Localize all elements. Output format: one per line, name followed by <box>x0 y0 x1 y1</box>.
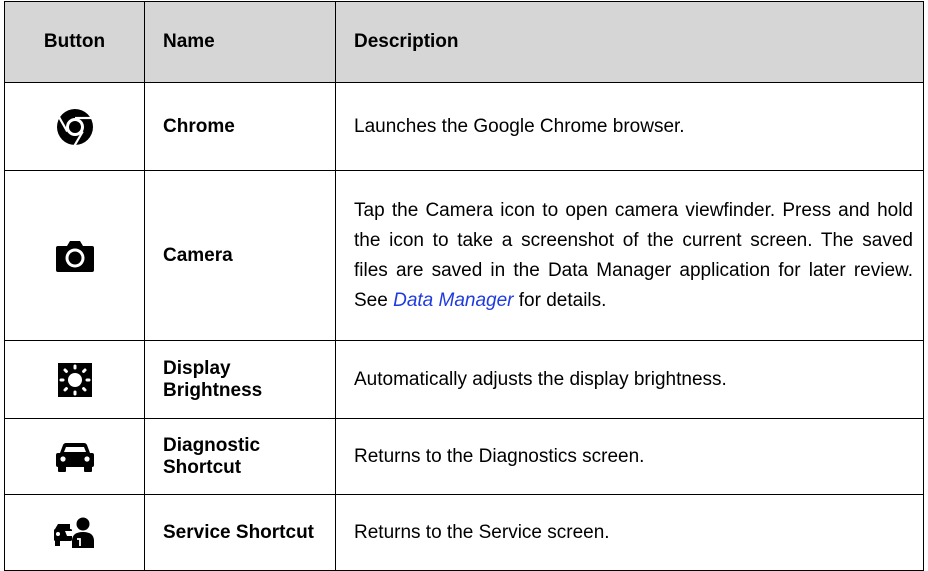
header-name: Name <box>144 1 336 83</box>
table-row: Chrome Launches the Google Chrome browse… <box>4 82 924 171</box>
data-manager-link[interactable]: Data Manager <box>393 290 513 311</box>
description-chrome: Launches the Google Chrome browser. <box>335 82 924 171</box>
name-display-brightness: Display Brightness <box>144 340 336 419</box>
name-camera: Camera <box>144 170 336 341</box>
name-chrome: Chrome <box>144 82 336 171</box>
description-camera-tail: for details. <box>513 289 607 311</box>
table-row: Display Brightness Automatically adjusts… <box>4 340 924 419</box>
icon-cell <box>4 340 145 419</box>
camera-icon <box>55 240 94 272</box>
service-shortcut-icon <box>53 517 94 548</box>
chrome-icon <box>56 108 93 146</box>
name-service-shortcut: Service Shortcut <box>144 494 336 571</box>
table-header-row: Button Name Description <box>4 1 924 83</box>
description-camera: Tap the Camera icon to open camera viewf… <box>335 170 924 341</box>
table-row: Diagnostic Shortcut Returns to the Diagn… <box>4 418 924 495</box>
icon-cell <box>4 418 145 495</box>
description-display-brightness: Automatically adjusts the display bright… <box>335 340 924 419</box>
button-reference-table: Button Name Description Chrome Launches … <box>4 1 924 571</box>
header-button: Button <box>4 1 145 83</box>
header-description: Description <box>335 1 924 83</box>
name-diagnostic-shortcut: Diagnostic Shortcut <box>144 418 336 495</box>
icon-cell <box>4 494 145 571</box>
car-icon <box>55 442 94 472</box>
description-diagnostic-shortcut: Returns to the Diagnostics screen. <box>335 418 924 495</box>
icon-cell <box>4 170 145 341</box>
table-row: Service Shortcut Returns to the Service … <box>4 494 924 571</box>
icon-cell <box>4 82 145 171</box>
table-row: Camera Tap the Camera icon to open camer… <box>4 170 924 341</box>
brightness-icon <box>57 362 92 397</box>
description-service-shortcut: Returns to the Service screen. <box>335 494 924 571</box>
